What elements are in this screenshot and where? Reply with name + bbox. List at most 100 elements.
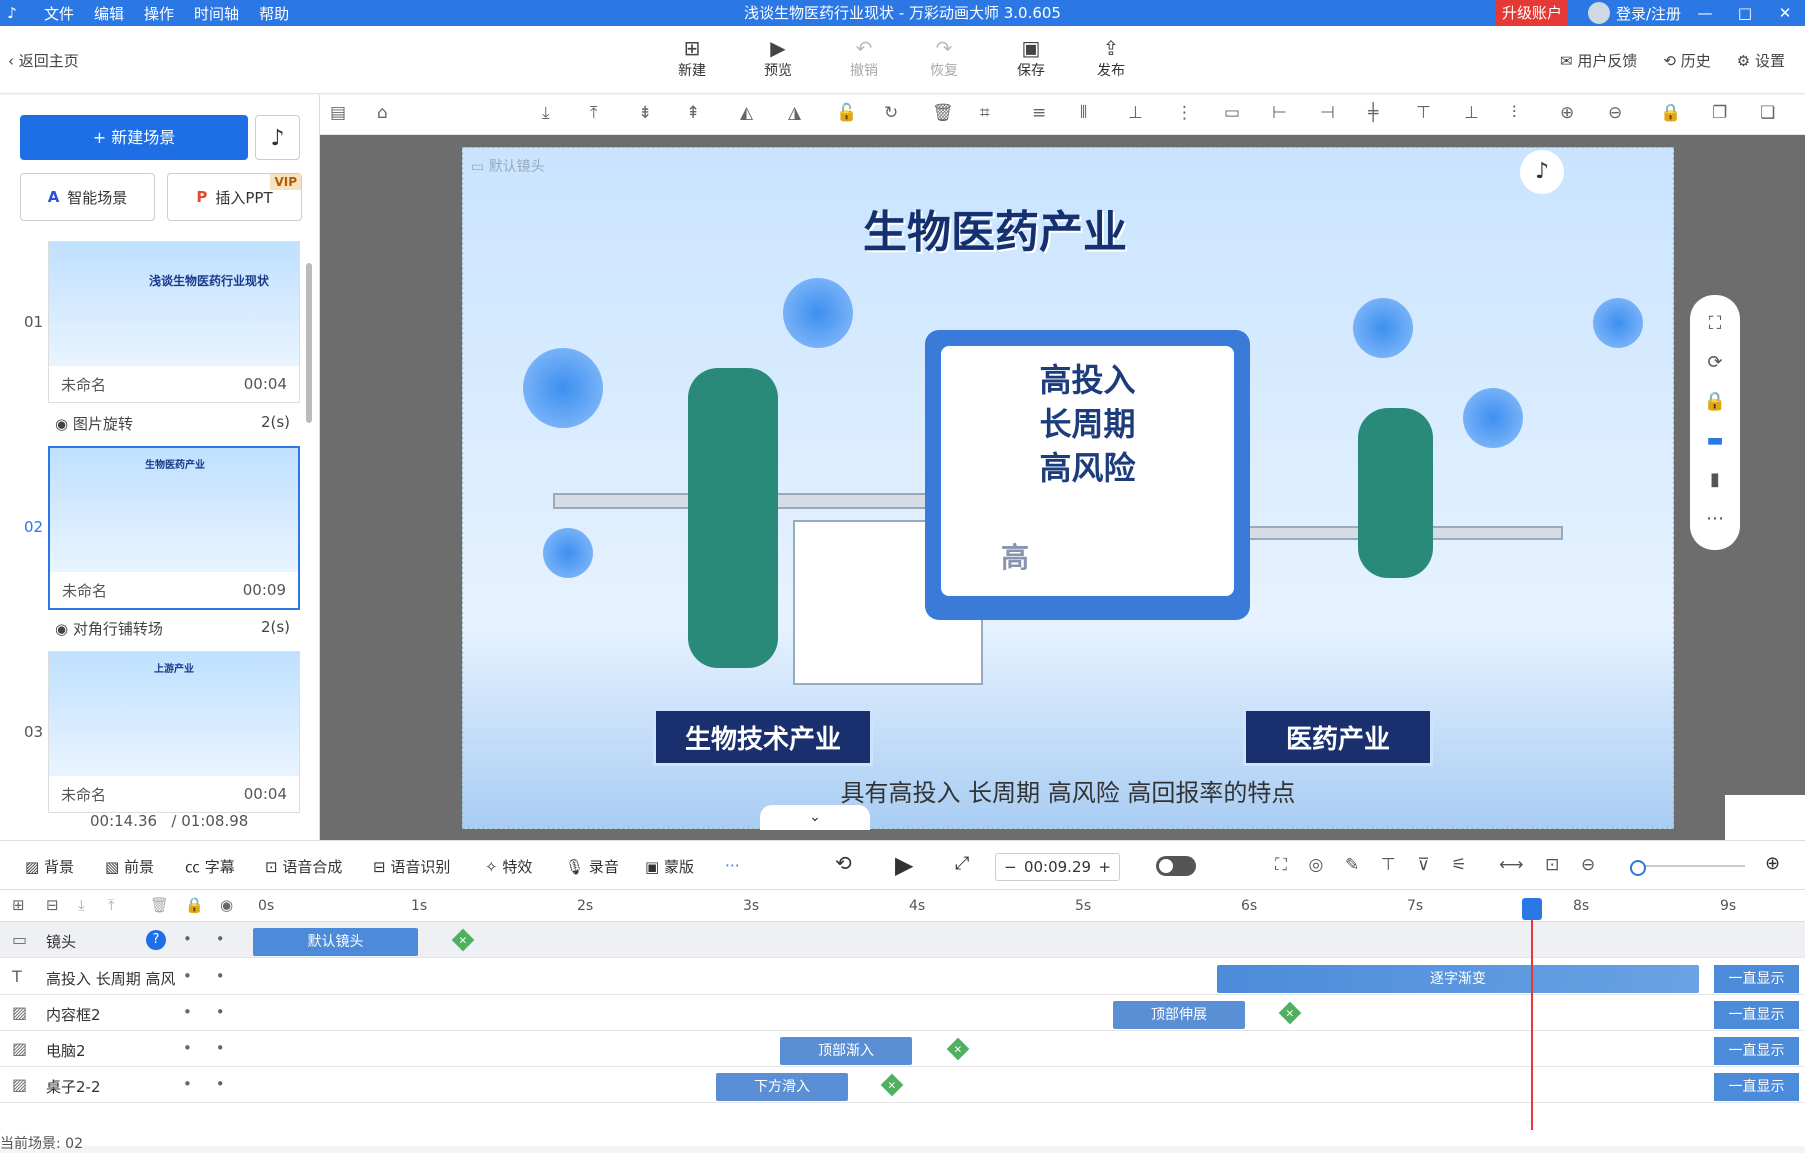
play-button[interactable]: ▶ — [895, 851, 913, 879]
align-left-icon[interactable]: ⊢ — [1272, 103, 1287, 123]
move-down-icon[interactable]: ⤓ — [78, 896, 85, 914]
add-folder-icon[interactable]: ⊞ — [12, 896, 25, 914]
menu-timeline[interactable]: 时间轴 — [194, 3, 239, 24]
close-icon[interactable]: ✕ — [1765, 0, 1805, 26]
animation-clip[interactable]: 逐字渐变 — [1217, 965, 1699, 993]
menu-help[interactable]: 帮助 — [259, 3, 289, 24]
new-button[interactable]: ⊞ 新建 — [662, 36, 722, 80]
zoom-in-icon[interactable]: ⊕ — [1560, 103, 1574, 123]
time-input[interactable]: −00:09.29 + — [995, 853, 1120, 881]
zoom-out-icon[interactable]: ⊖ — [1581, 855, 1595, 875]
align-right-icon[interactable]: ⊣ — [1320, 103, 1335, 123]
move-down-icon[interactable]: ⇟ — [638, 103, 652, 123]
delete-icon[interactable]: 🗑 — [150, 896, 169, 914]
foreground-button[interactable]: ▧ 前景 — [105, 856, 154, 877]
new-scene-button[interactable]: + 新建场景 — [20, 115, 248, 160]
track-row-content-frame[interactable]: ▨ 内容框2 • • 顶部伸展 + 一直显示 — [0, 995, 1805, 1031]
camera-frame-icon[interactable]: ⛶ — [1275, 855, 1287, 875]
menu-operate[interactable]: 操作 — [144, 3, 174, 24]
crop-icon[interactable]: ⌗ — [980, 103, 990, 123]
unlock-icon[interactable]: 🔒 — [1660, 103, 1681, 123]
login-button[interactable]: 登录/注册 — [1588, 0, 1681, 26]
rotate-icon[interactable]: ↻ — [884, 103, 898, 123]
menu-file[interactable]: 文件 — [44, 3, 74, 24]
track-row-computer[interactable]: ▨ 电脑2 • • 顶部渐入 + 一直显示 — [0, 1031, 1805, 1067]
track-toggles[interactable]: • • — [183, 930, 225, 948]
animation-clip[interactable]: 顶部伸展 — [1113, 1001, 1245, 1029]
menu-edit[interactable]: 编辑 — [94, 3, 124, 24]
stage-canvas[interactable]: ▭ 默认镜头 生物医药产业 高投入 长周期 高风险 高 生物技术产业 医药产业 … — [462, 147, 1674, 829]
move-up-icon[interactable]: ⤒ — [108, 896, 115, 914]
animation-clip[interactable]: 顶部渐入 — [780, 1037, 912, 1065]
asr-button[interactable]: ⊟ 语音识别 — [373, 856, 450, 877]
one-to-one-icon[interactable]: ⊡ — [1545, 855, 1559, 875]
filter-icon[interactable]: ⊽ — [1417, 855, 1429, 875]
fit-width-icon[interactable]: ⟷ — [1499, 855, 1523, 875]
move-bottom-icon[interactable]: ⤓ — [542, 103, 550, 123]
fullscreen-icon[interactable]: ⤢ — [955, 853, 969, 874]
animation-clip[interactable]: 下方滑入 — [716, 1073, 848, 1101]
playhead[interactable] — [1522, 898, 1542, 1130]
music-button[interactable]: ♪ — [255, 115, 300, 160]
lock-icon[interactable]: 🔒 — [1690, 391, 1740, 412]
redo-button[interactable]: ↷ 恢复 — [914, 36, 974, 80]
scene-thumbnail-01[interactable]: 浅谈生物医药行业现状 未命名 00:04 — [48, 241, 300, 403]
move-up-icon[interactable]: ⇞ — [686, 103, 700, 123]
record-button[interactable]: 🎙 录音 — [565, 856, 619, 877]
edit-icon[interactable]: ✎ — [1345, 855, 1359, 875]
zoom-in-icon[interactable]: ⊕ — [1765, 853, 1780, 874]
flip-v-icon[interactable]: ◮ — [788, 103, 801, 123]
split-icon[interactable]: ⊤ — [1381, 855, 1396, 875]
transition-item-2[interactable]: ◉ 对角行铺转场 2(s) — [55, 618, 290, 639]
caption-button[interactable]: ㏄ 字幕 — [185, 856, 235, 877]
flip-h-icon[interactable]: ◭ — [740, 103, 753, 123]
help-icon[interactable]: ? — [146, 930, 166, 950]
time-ruler[interactable]: 0s 1s 2s 3s 4s 5s 6s 7s 8s 9s — [253, 890, 1805, 922]
track-toggles[interactable]: • • — [183, 967, 225, 985]
always-show-clip[interactable]: 一直显示 — [1714, 1037, 1799, 1065]
banner-biotech[interactable]: 生物技术产业 — [653, 708, 873, 766]
screenshot-icon[interactable]: ◎ — [1309, 855, 1324, 875]
new-folder-icon[interactable]: ⊟ — [46, 896, 59, 914]
back-home-button[interactable]: ‹ 返回主页 — [8, 50, 79, 71]
undo-button[interactable]: ↶ 撤销 — [834, 36, 894, 80]
adjust-icon[interactable]: ⚟ — [1451, 855, 1466, 875]
publish-button[interactable]: ⇪ 发布 — [1081, 36, 1141, 80]
collapse-canvas-button[interactable]: ⌄ — [760, 805, 870, 830]
paste-icon[interactable]: ❏ — [1760, 103, 1775, 123]
track-toggles[interactable]: • • — [183, 1003, 225, 1021]
align-bottom-icon[interactable]: ⊥ — [1128, 103, 1143, 123]
minimap[interactable] — [1725, 795, 1805, 840]
zoom-out-icon[interactable]: ⊖ — [1608, 103, 1622, 123]
effects-button[interactable]: ✧ 特效 — [485, 856, 532, 877]
stage-music-button[interactable]: ♪ — [1520, 150, 1564, 194]
maximize-icon[interactable]: □ — [1725, 0, 1765, 26]
sidebar-scrollbar[interactable] — [306, 263, 312, 423]
add-keyframe-icon[interactable]: + — [1278, 1001, 1302, 1025]
landscape-icon[interactable]: ▬ — [1690, 430, 1740, 451]
scene-thumbnail-03[interactable]: 上游产业 未命名 00:04 — [48, 651, 300, 813]
eye-icon[interactable]: ◉ — [220, 896, 233, 914]
mask-button[interactable]: ▣ 蒙版 — [645, 856, 694, 877]
align-center-icon[interactable]: ≡ — [1032, 103, 1046, 123]
home-icon[interactable]: ⌂ — [377, 103, 388, 123]
always-show-clip[interactable]: 一直显示 — [1714, 1001, 1799, 1029]
camera-clip[interactable]: 默认镜头 — [253, 928, 418, 956]
lock-icon[interactable]: 🔓 — [836, 103, 857, 123]
lock-icon[interactable]: 🔒 — [185, 896, 204, 914]
distribute-icon[interactable]: ⋮ — [1176, 103, 1193, 123]
replay-icon[interactable]: ⟲ — [835, 851, 852, 875]
space-evenly-icon[interactable]: ⫶ — [1512, 103, 1516, 123]
preview-button[interactable]: ▶ 预览 — [748, 36, 808, 80]
add-keyframe-icon[interactable]: + — [946, 1037, 970, 1061]
content-frame[interactable]: 高投入 长周期 高风险 高 — [925, 330, 1250, 620]
add-keyframe-icon[interactable]: + — [451, 928, 475, 952]
banner-pharma[interactable]: 医药产业 — [1243, 708, 1433, 766]
track-toggles[interactable]: • • — [183, 1075, 225, 1093]
feedback-button[interactable]: ✉ 用户反馈 — [1560, 50, 1637, 71]
scene-thumbnail-02[interactable]: 生物医药产业 未命名 00:09 — [48, 446, 300, 610]
more-icon[interactable]: ⋯ — [725, 856, 740, 874]
more-icon[interactable]: ⋯ — [1690, 508, 1740, 529]
track-toggles[interactable]: • • — [183, 1039, 225, 1057]
always-show-clip[interactable]: 一直显示 — [1714, 965, 1799, 993]
